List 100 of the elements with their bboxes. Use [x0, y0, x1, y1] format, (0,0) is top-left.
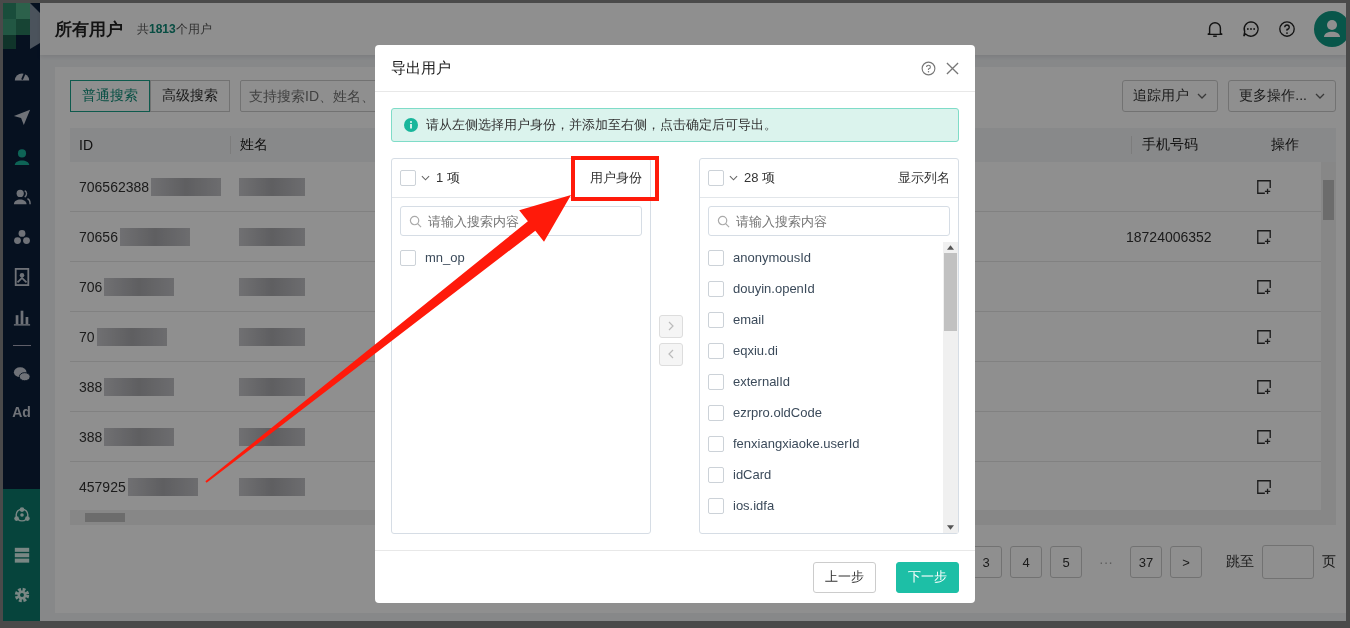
list-item-label[interactable]: externalId: [733, 374, 791, 389]
checkbox[interactable]: [708, 373, 724, 390]
page-unit: 页: [1322, 553, 1336, 571]
server-icon[interactable]: [12, 546, 31, 564]
caret-icon: [1197, 93, 1208, 99]
checkbox[interactable]: [400, 249, 416, 266]
add-note-icon[interactable]: [1256, 278, 1272, 295]
list-item-label[interactable]: idCard: [733, 467, 772, 482]
bookmark-icon[interactable]: [12, 268, 31, 286]
scroll-thumb[interactable]: [944, 253, 957, 331]
checkbox[interactable]: [708, 342, 724, 359]
table-cell: 706: [79, 278, 103, 295]
search-mode-tab[interactable]: 高级搜索: [150, 80, 230, 112]
checkbox[interactable]: [708, 249, 724, 266]
panel-title: 用户身份: [590, 169, 642, 187]
circles-icon[interactable]: [12, 228, 31, 246]
table-cell: 70: [79, 328, 95, 345]
search-field[interactable]: 请输入搜索内容: [708, 206, 950, 236]
settings-icon[interactable]: [12, 586, 31, 604]
page-title: 所有用户: [55, 18, 123, 41]
avatar-icon[interactable]: [1314, 11, 1346, 47]
network-icon[interactable]: [12, 506, 31, 524]
table-cell: 18724006352: [1126, 228, 1212, 245]
page-button[interactable]: 5: [1050, 546, 1082, 578]
checkbox[interactable]: [708, 170, 724, 186]
checkbox[interactable]: [708, 311, 724, 328]
blurred-block: [239, 177, 305, 196]
column-header: ID: [78, 137, 94, 153]
scrollbar[interactable]: [943, 242, 958, 533]
blurred-block: [151, 177, 222, 196]
chat-icon[interactable]: [1242, 20, 1260, 38]
table-cell: 457925: [79, 478, 126, 495]
page-button[interactable]: 4: [1010, 546, 1042, 578]
help-icon[interactable]: [921, 60, 936, 76]
column-header: 手机号码: [1131, 136, 1261, 154]
panel-title: 显示列名: [898, 169, 950, 187]
add-note-icon[interactable]: [1256, 228, 1272, 245]
dialog-title: 导出用户: [391, 58, 451, 78]
checkbox[interactable]: [708, 466, 724, 483]
list-item-label[interactable]: eqxiu.di: [733, 343, 778, 358]
blurred-block: [104, 427, 175, 446]
user-count: 共1813个用户: [137, 20, 212, 38]
blurred-block: [239, 477, 305, 496]
table-cell: 70656: [79, 228, 118, 245]
chevron-right-icon: [668, 321, 674, 331]
chevron-down-icon[interactable]: [421, 175, 430, 181]
search-icon: [717, 215, 730, 228]
add-note-icon[interactable]: [1256, 178, 1272, 195]
dropdown-button[interactable]: 更多操作...: [1228, 80, 1336, 112]
checkbox[interactable]: [708, 404, 724, 421]
table-cell: 388: [79, 378, 103, 395]
jump-label: 跳至: [1226, 553, 1254, 571]
table-cell: 388: [79, 428, 103, 445]
user-icon[interactable]: [12, 148, 31, 166]
blurred-block: [104, 377, 175, 396]
previous-step-button[interactable]: 上一步: [813, 561, 876, 593]
scroll-up-icon[interactable]: [947, 245, 954, 250]
alert-text: 请从左侧选择用户身份，并添加至右侧，点击确定后可导出。: [426, 116, 777, 134]
close-icon[interactable]: [946, 61, 959, 75]
list-item-label[interactable]: ezrpro.oldCode: [733, 405, 822, 420]
checkbox[interactable]: [708, 280, 724, 297]
send-icon[interactable]: [12, 108, 31, 126]
add-note-icon[interactable]: [1256, 328, 1272, 345]
blurred-block: [239, 377, 305, 396]
info-icon: [404, 118, 418, 132]
list-item-label[interactable]: ios.idfa: [733, 498, 775, 513]
page-button[interactable]: 37: [1130, 546, 1162, 578]
blurred-block: [239, 327, 305, 346]
item-count: 28 项: [744, 169, 776, 187]
dropdown-button[interactable]: 追踪用户: [1122, 80, 1219, 112]
checkbox[interactable]: [708, 497, 724, 514]
list-item-label[interactable]: email: [733, 312, 765, 327]
bell-icon[interactable]: [1206, 20, 1224, 38]
checkbox[interactable]: [400, 170, 416, 186]
page-input[interactable]: [1262, 545, 1314, 579]
blurred-block: [239, 277, 305, 296]
bar-chart-icon[interactable]: [12, 308, 31, 326]
users-icon[interactable]: [12, 188, 31, 206]
add-note-icon[interactable]: [1256, 428, 1272, 445]
chevron-left-icon: [668, 349, 674, 359]
add-note-icon[interactable]: [1256, 378, 1272, 395]
item-count: 1 项: [436, 169, 460, 187]
help-icon[interactable]: [1278, 20, 1296, 38]
chat-bubbles-icon[interactable]: [12, 365, 31, 383]
blurred-block: [119, 227, 190, 246]
add-note-icon[interactable]: [1256, 478, 1272, 495]
search-icon: [409, 215, 422, 228]
blurred-block: [239, 427, 305, 446]
column-header: 操作: [1270, 136, 1300, 154]
list-item-label[interactable]: douyin.openId: [733, 281, 815, 296]
chevron-down-icon[interactable]: [729, 175, 738, 181]
list-item-label[interactable]: mn_op: [425, 250, 465, 265]
list-item-label[interactable]: fenxiangxiaoke.userId: [733, 436, 860, 451]
next-page-button[interactable]: >: [1170, 546, 1202, 578]
sidebar-item[interactable]: Ad: [3, 394, 40, 430]
table-cell: 706562388: [79, 178, 150, 195]
blurred-block: [127, 477, 198, 496]
search-mode-tab[interactable]: 普通搜索: [70, 80, 150, 112]
list-item-label[interactable]: anonymousId: [733, 250, 812, 265]
checkbox[interactable]: [708, 435, 724, 452]
